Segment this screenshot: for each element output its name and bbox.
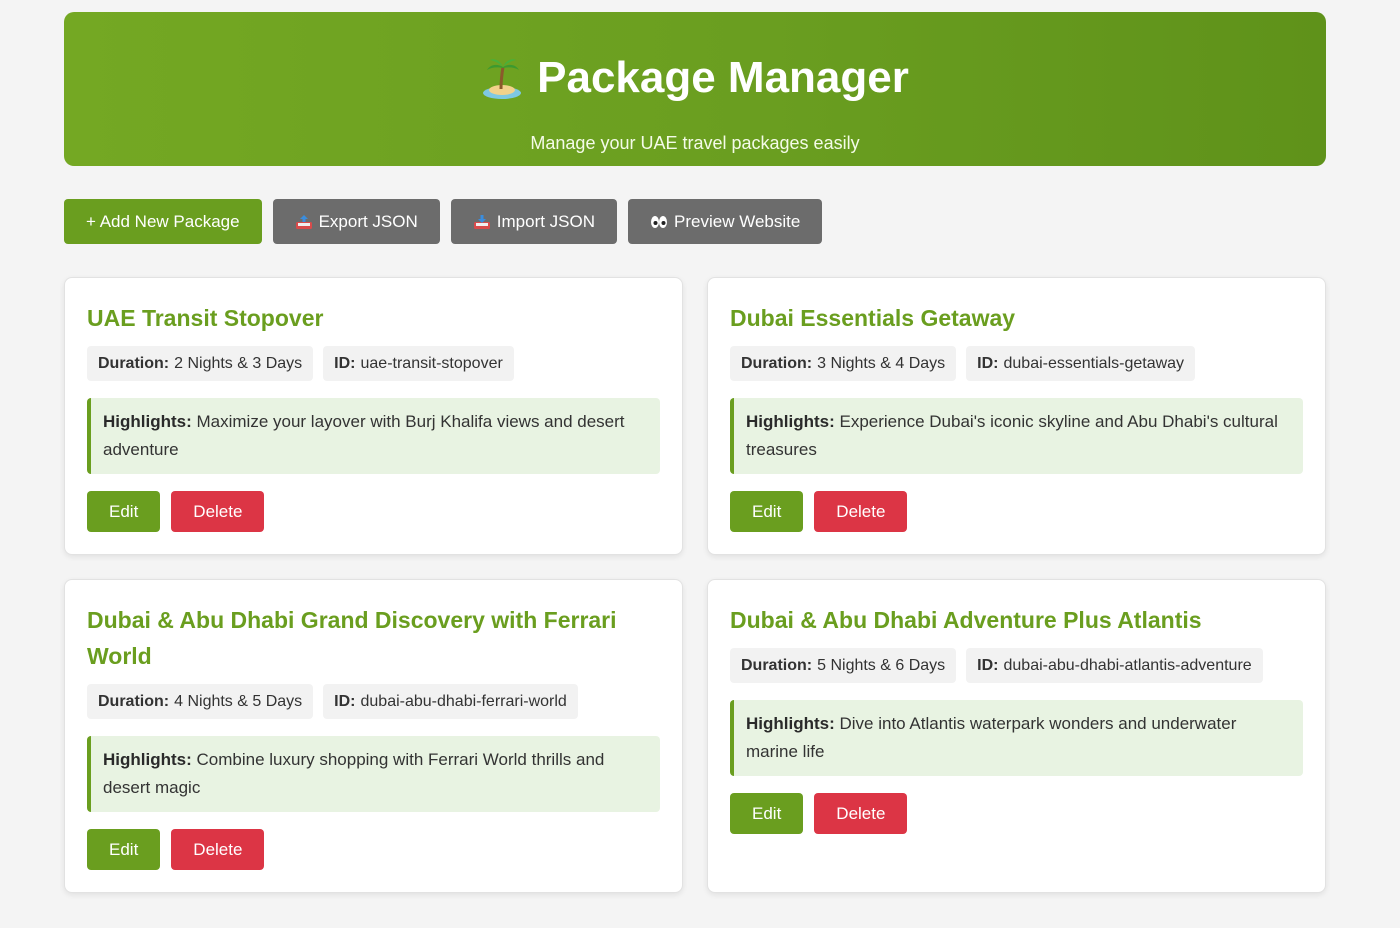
duration-chip: Duration: 3 Nights & 4 Days (730, 346, 957, 381)
highlights-box: Highlights: Experience Dubai's iconic sk… (730, 398, 1303, 474)
import-json-label: Import JSON (496, 211, 596, 231)
package-card: Dubai Essentials Getaway Duration: 3 Nigh… (707, 277, 1326, 555)
delete-button[interactable]: Delete (171, 829, 265, 870)
delete-button[interactable]: Delete (171, 491, 265, 532)
duration-chip: Duration: 4 Nights & 5 Days (87, 684, 314, 719)
highlights-label: Highlights: (746, 412, 835, 431)
card-actions: Edit Delete (87, 491, 660, 532)
duration-chip: Duration: 5 Nights & 6 Days (730, 648, 957, 683)
palm-island-icon (483, 59, 522, 99)
duration-value: 5 Nights & 6 Days (817, 656, 946, 674)
edit-button[interactable]: Edit (730, 491, 804, 532)
id-value: uae-transit-stopover (360, 354, 503, 372)
package-meta: Duration: 2 Nights & 3 Days ID: uae-transi… (87, 346, 660, 381)
eyes-icon (650, 215, 668, 229)
package-card: UAE Transit Stopover Duration: 2 Nights &… (64, 277, 683, 555)
package-title: Dubai & Abu Dhabi Grand Discovery with F… (87, 607, 617, 669)
inbox-tray-icon (473, 214, 491, 230)
id-chip: ID: dubai-abu-dhabi-ferrari-world (323, 684, 578, 719)
package-card: Dubai & Abu Dhabi Adventure Plus Atlanti… (707, 579, 1326, 893)
id-value: dubai-abu-dhabi-atlantis-adventure (1003, 656, 1252, 674)
id-label: ID: (977, 354, 999, 372)
package-meta: Duration: 5 Nights & 6 Days ID: dubai-abu-… (730, 648, 1303, 683)
duration-value: 2 Nights & 3 Days (174, 354, 303, 372)
package-meta: Duration: 3 Nights & 4 Days ID: dubai-esse… (730, 346, 1303, 381)
package-meta: Duration: 4 Nights & 5 Days ID: dubai-abu-… (87, 684, 660, 719)
highlights-label: Highlights: (746, 714, 835, 733)
add-package-label: + Add New Package (86, 211, 240, 231)
duration-label: Duration: (741, 656, 813, 674)
preview-website-button[interactable]: Preview Website (628, 199, 823, 244)
id-value: dubai-essentials-getaway (1003, 354, 1185, 372)
import-json-button[interactable]: Import JSON (450, 199, 618, 244)
package-title: UAE Transit Stopover (87, 305, 324, 331)
toolbar: + Add New Package Export JSON Import JSO… (64, 199, 1326, 244)
duration-value: 3 Nights & 4 Days (817, 354, 946, 372)
card-actions: Edit Delete (87, 829, 660, 870)
preview-website-label: Preview Website (674, 211, 801, 231)
card-actions: Edit Delete (730, 491, 1303, 532)
delete-button[interactable]: Delete (814, 793, 908, 834)
highlights-box: Highlights: Dive into Atlantis waterpark… (730, 700, 1303, 776)
delete-button[interactable]: Delete (814, 491, 908, 532)
package-card: Dubai & Abu Dhabi Grand Discovery with F… (64, 579, 683, 893)
edit-button[interactable]: Edit (87, 829, 161, 870)
page-subtitle: Manage your UAE travel packages easily (530, 133, 860, 153)
edit-button[interactable]: Edit (730, 793, 804, 834)
page-title: Package Manager (537, 53, 909, 102)
page-title-row: Package Manager (481, 52, 909, 104)
export-json-label: Export JSON (318, 211, 418, 231)
outbox-tray-icon (295, 214, 313, 230)
highlights-box: Highlights: Maximize your layover with B… (87, 398, 660, 474)
id-chip: ID: dubai-essentials-getaway (966, 346, 1196, 381)
id-value: dubai-abu-dhabi-ferrari-world (360, 692, 567, 710)
package-title: Dubai Essentials Getaway (730, 305, 1016, 331)
duration-value: 4 Nights & 5 Days (174, 692, 303, 710)
page: Package Manager Manage your UAE travel p… (64, 12, 1326, 893)
duration-chip: Duration: 2 Nights & 3 Days (87, 346, 314, 381)
duration-label: Duration: (741, 354, 813, 372)
package-title: Dubai & Abu Dhabi Adventure Plus Atlanti… (730, 607, 1202, 633)
app-header: Package Manager Manage your UAE travel p… (64, 12, 1326, 166)
highlights-box: Highlights: Combine luxury shopping with… (87, 736, 660, 812)
id-label: ID: (977, 656, 999, 674)
duration-label: Duration: (98, 692, 170, 710)
duration-label: Duration: (98, 354, 170, 372)
id-chip: ID: dubai-abu-dhabi-atlantis-adventure (966, 648, 1263, 683)
add-package-button[interactable]: + Add New Package (64, 199, 262, 244)
edit-button[interactable]: Edit (87, 491, 161, 532)
package-grid: UAE Transit Stopover Duration: 2 Nights &… (64, 277, 1326, 893)
id-label: ID: (334, 354, 356, 372)
highlights-label: Highlights: (103, 412, 192, 431)
card-actions: Edit Delete (730, 793, 1303, 834)
highlights-label: Highlights: (103, 750, 192, 769)
id-label: ID: (334, 692, 356, 710)
id-chip: ID: uae-transit-stopover (323, 346, 514, 381)
export-json-button[interactable]: Export JSON (272, 199, 440, 244)
